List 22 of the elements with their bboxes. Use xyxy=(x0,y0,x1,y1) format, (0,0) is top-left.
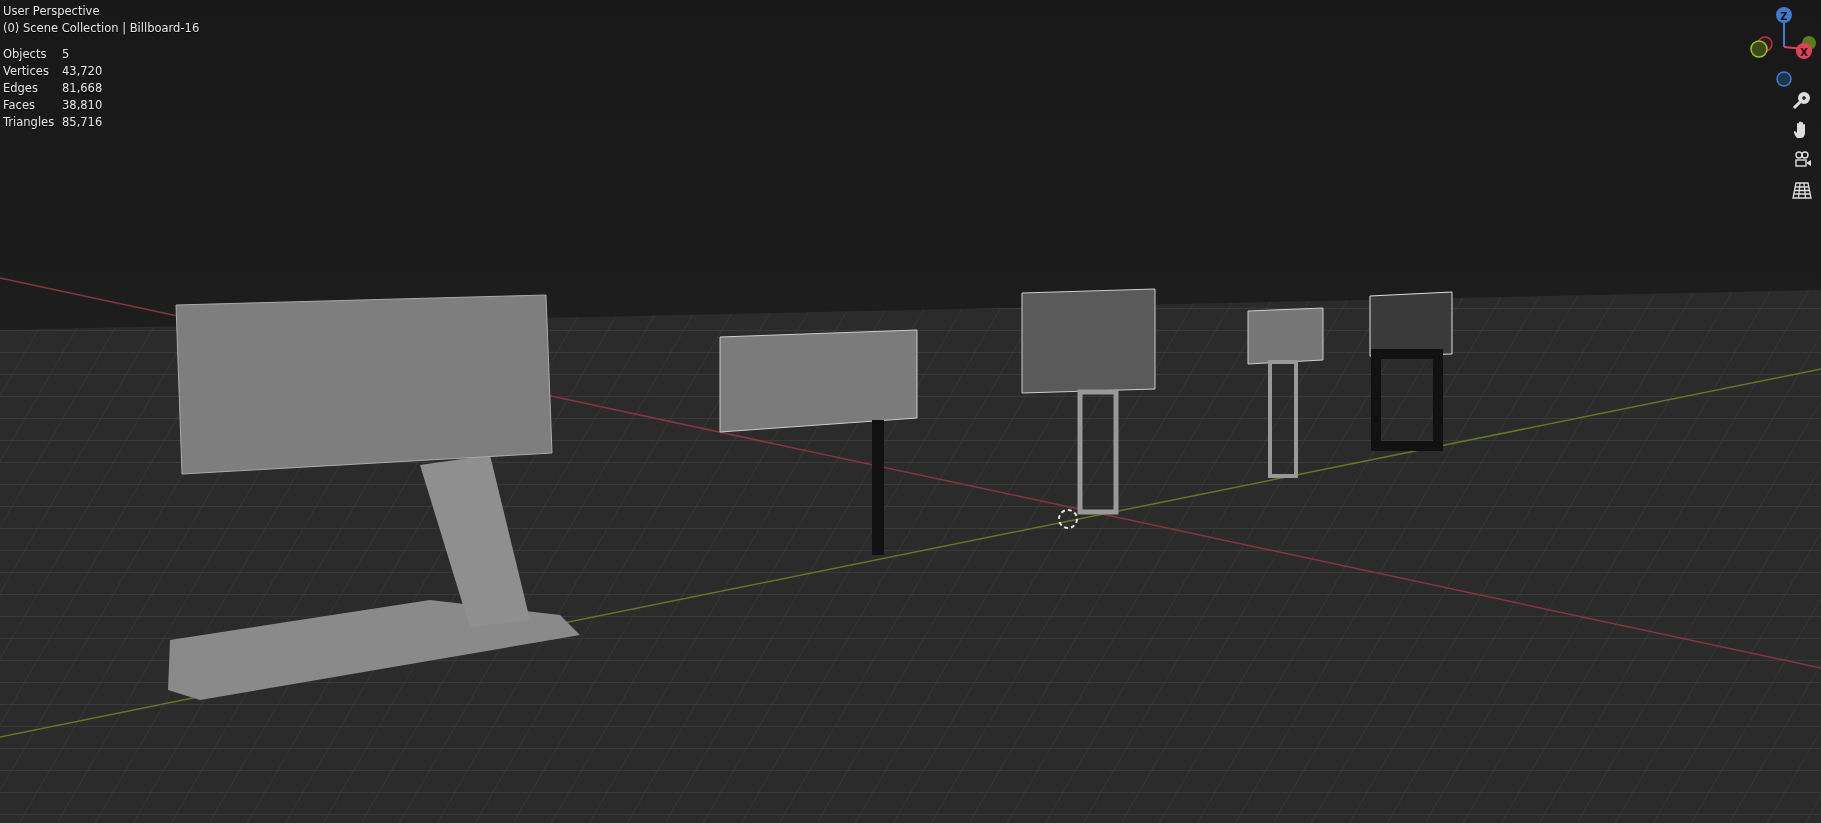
zoom-icon[interactable] xyxy=(1792,90,1812,110)
axis-handle[interactable] xyxy=(1796,43,1812,59)
scene-context: (0) Scene Collection | Billboard-16 xyxy=(3,20,200,37)
stat-label: Vertices xyxy=(3,63,50,80)
grid-icon[interactable] xyxy=(1792,180,1812,200)
axis-gizmo[interactable]: Z X xyxy=(1749,5,1819,89)
stat-value: 38,810 xyxy=(62,97,103,114)
view-name: User Perspective xyxy=(3,3,101,20)
axis-handles-drawing[interactable] xyxy=(1750,36,1773,58)
camera-icon[interactable] xyxy=(1792,150,1812,170)
stat-value: 81,668 xyxy=(62,80,103,97)
stat-label: Triangles xyxy=(3,114,56,131)
stat-value: 85,716 xyxy=(62,114,103,131)
stat-value: 43,720 xyxy=(62,63,103,80)
stat-value: 5 xyxy=(62,46,70,63)
stat-label: Objects xyxy=(3,46,48,63)
z-axis-label: Z xyxy=(1780,10,1788,22)
axis-handle[interactable] xyxy=(1776,7,1792,23)
stat-label: Edges xyxy=(3,80,39,97)
stat-label: Faces xyxy=(3,97,36,114)
axis-handle[interactable] xyxy=(1776,71,1792,87)
x-axis-label: X xyxy=(1800,46,1808,58)
